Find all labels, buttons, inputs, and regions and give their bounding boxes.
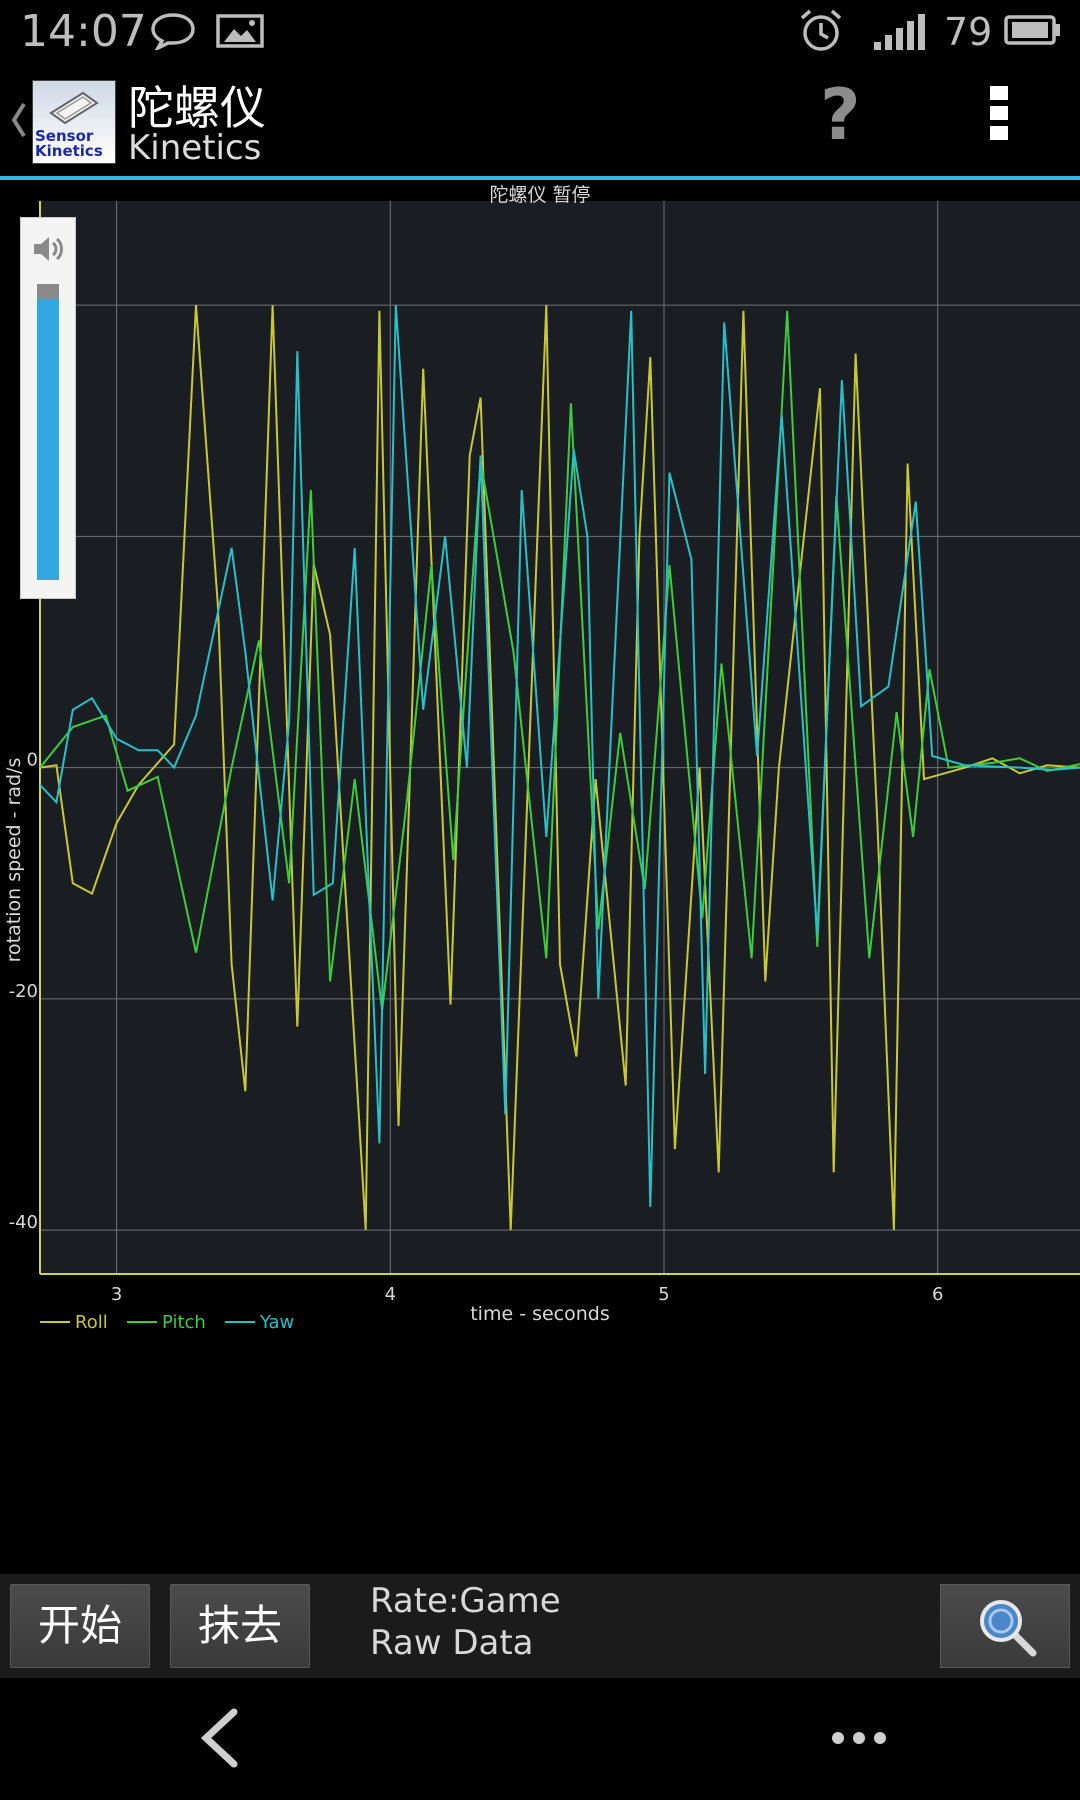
- app-logo-text: Sensor Kinetics: [35, 127, 103, 160]
- help-icon: ?: [820, 74, 861, 156]
- legend-label-roll: Roll: [75, 1312, 108, 1333]
- start-button[interactable]: 开始: [10, 1584, 150, 1668]
- phone-icon: [49, 91, 99, 125]
- legend-label-yaw: Yaw: [259, 1312, 294, 1333]
- chart-canvas[interactable]: 陀螺仪 暂停 3 4 5 6 0 -20 -40 time - seconds rotati…: [0, 180, 1080, 1340]
- y-axis-label: rotation speed - rad/s: [3, 758, 25, 963]
- gyroscope-chart[interactable]: 陀螺仪 暂停 3 4 5 6 0 -20 -40 time - seconds rotati…: [0, 180, 1080, 1340]
- chart-title: 陀螺仪 暂停: [489, 184, 590, 206]
- volume-slider[interactable]: [37, 284, 59, 580]
- plot-background: [40, 201, 1080, 1274]
- rate-info: Rate:Game Raw Data: [370, 1580, 561, 1664]
- mode-label: Raw Data: [370, 1623, 534, 1663]
- y-tick-label: -40: [9, 1212, 38, 1233]
- volume-level: [37, 298, 59, 580]
- status-bar: 14:07 79: [0, 0, 1080, 62]
- image-icon: [216, 14, 264, 48]
- up-caret-icon[interactable]: [8, 100, 28, 140]
- navigation-bar: [0, 1678, 1080, 1800]
- battery-icon: [1004, 15, 1060, 45]
- chat-bubble-icon: [151, 13, 195, 50]
- status-time: 14:07: [20, 6, 147, 57]
- app-logo[interactable]: Sensor Kinetics: [32, 80, 116, 164]
- volume-panel[interactable]: [20, 217, 76, 599]
- back-icon[interactable]: [198, 1708, 242, 1768]
- overflow-menu-icon: [990, 86, 1008, 140]
- x-tick-label: 5: [658, 1284, 669, 1305]
- more-options-icon[interactable]: [826, 1728, 916, 1748]
- legend-label-pitch: Pitch: [162, 1312, 206, 1333]
- bottom-toolbar: 开始 抹去 Rate:Game Raw Data: [0, 1574, 1080, 1678]
- speaker-icon: [34, 237, 63, 261]
- x-tick-label: 4: [385, 1284, 396, 1305]
- overflow-menu-button[interactable]: [970, 80, 1030, 160]
- rate-label: Rate:Game: [370, 1581, 561, 1621]
- signal-icon: [874, 14, 925, 50]
- x-tick-label: 3: [111, 1284, 122, 1305]
- alarm-clock-icon: [800, 9, 842, 51]
- clear-button[interactable]: 抹去: [170, 1584, 310, 1668]
- help-button[interactable]: ?: [806, 70, 878, 166]
- x-tick-label: 6: [932, 1284, 943, 1305]
- x-axis-label: time - seconds: [470, 1303, 610, 1325]
- y-tick-label: -20: [9, 981, 38, 1002]
- app-subtitle: Kinetics: [128, 128, 262, 168]
- battery-level: 79: [944, 10, 993, 54]
- zoom-button[interactable]: [940, 1584, 1070, 1668]
- magnifier-icon: [980, 1600, 1037, 1657]
- y-tick-label: 0: [27, 750, 38, 771]
- action-bar: Sensor Kinetics 陀螺仪 Kinetics ?: [0, 62, 1080, 180]
